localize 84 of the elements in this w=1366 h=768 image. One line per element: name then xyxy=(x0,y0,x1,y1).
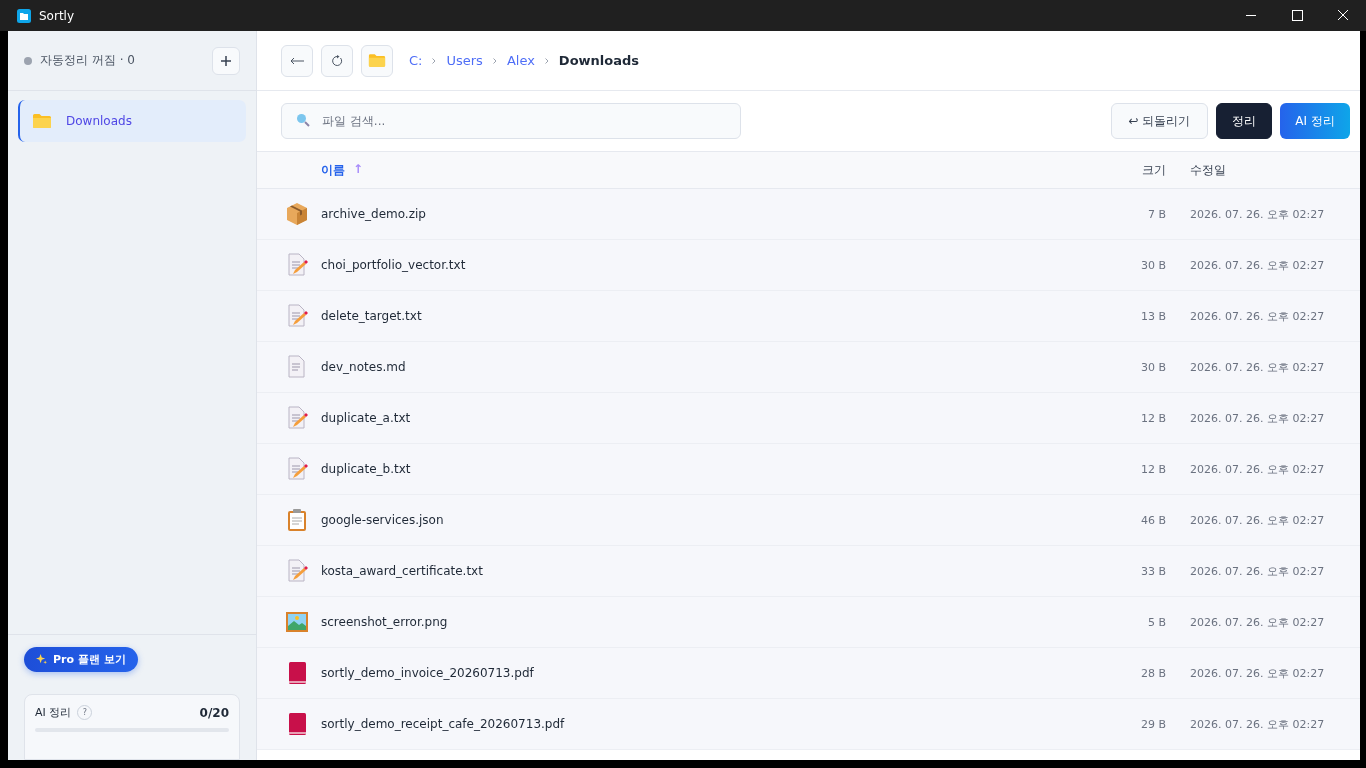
file-row[interactable]: dev_notes.md 30 B 2026. 07. 26. 오후 02:27 xyxy=(257,342,1360,393)
file-size: 30 B xyxy=(1140,360,1166,374)
file-size: 12 B xyxy=(1140,411,1166,425)
folder-item[interactable]: Downloads xyxy=(18,100,246,142)
file-row[interactable]: screenshot_error.png 5 B 2026. 07. 26. 오후 02:27 xyxy=(257,597,1360,648)
add-button[interactable] xyxy=(212,46,240,75)
file-row[interactable]: choi_portfolio_vector.txt 30 B 2026. 07. 26. 오후 02:27 xyxy=(257,240,1360,291)
file-row[interactable]: delete_target.txt 13 B 2026. 07. 26. 오후 02:27 xyxy=(257,291,1360,342)
file-name: google-services.json xyxy=(321,513,444,527)
text-file-icon xyxy=(285,253,309,277)
back-button[interactable] xyxy=(281,44,313,77)
file-size: 30 B xyxy=(1140,258,1166,272)
file-date: 2026. 07. 26. 오후 02:27 xyxy=(1190,309,1325,323)
column-header[interactable]: 크기 xyxy=(1080,161,1166,179)
sort-arrow: ↑ xyxy=(353,161,364,178)
folder-icon xyxy=(368,53,386,68)
auto-sort-status: 자동정리 꺼짐 · 0 xyxy=(40,52,135,69)
breadcrumb-item[interactable]: Downloads xyxy=(558,53,640,68)
sort-button[interactable]: 정리 xyxy=(1216,103,1272,139)
search-field[interactable]: 파일 검색... xyxy=(281,103,741,139)
file-date: 2026. 07. 26. 오후 02:27 xyxy=(1190,207,1325,221)
usage-label: AI 정리 xyxy=(35,705,72,720)
file-name: choi_portfolio_vector.txt xyxy=(321,258,466,272)
file-size: 12 B xyxy=(1140,462,1166,476)
file-date: 2026. 07. 26. 오후 02:27 xyxy=(1190,717,1325,731)
sparkle-icon xyxy=(36,654,47,665)
column-header[interactable]: 수정일 xyxy=(1190,161,1360,179)
file-size: 46 B xyxy=(1140,513,1166,527)
refresh-icon xyxy=(331,54,343,67)
undo-button[interactable]: ↩ 되돌리기 xyxy=(1111,103,1208,139)
file-row[interactable]: duplicate_b.txt 12 B 2026. 07. 26. 오후 02:27 xyxy=(257,444,1360,495)
app-logo-icon xyxy=(17,8,31,23)
file-name: duplicate_a.txt xyxy=(321,411,411,425)
file-date: 2026. 07. 26. 오후 02:27 xyxy=(1190,513,1325,527)
file-size: 29 B xyxy=(1140,717,1166,731)
file-name: archive_demo.zip xyxy=(321,207,426,221)
window-title: Sortly xyxy=(39,8,75,23)
breadcrumb-item[interactable]: Alex xyxy=(506,53,535,68)
text-file-icon xyxy=(285,457,309,481)
file-date: 2026. 07. 26. 오후 02:27 xyxy=(1190,615,1325,629)
file-size: 33 B xyxy=(1140,564,1166,578)
file-name: dev_notes.md xyxy=(321,360,406,374)
file-row[interactable]: sortly_demo_receipt_cafe_20260713.pdf 29 B 2026. 07. 26. 오후 02:27 xyxy=(257,699,1360,750)
plus-icon xyxy=(221,55,231,66)
chevron-icon xyxy=(544,57,549,64)
file-row[interactable]: archive_demo.zip 7 B 2026. 07. 26. 오후 02:27 xyxy=(257,189,1360,240)
chevron-icon xyxy=(492,57,497,64)
text-file-icon xyxy=(285,304,309,328)
file-size: 13 B xyxy=(1140,309,1166,323)
file-row[interactable]: duplicate_a.txt 12 B 2026. 07. 26. 오후 02:27 xyxy=(257,393,1360,444)
chevron-icon xyxy=(432,57,437,64)
file-date: 2026. 07. 26. 오후 02:27 xyxy=(1190,462,1325,476)
folder-icon xyxy=(32,113,52,129)
clipboard-icon xyxy=(285,508,309,532)
breadcrumb-item[interactable]: C: xyxy=(409,53,423,68)
file-date: 2026. 07. 26. 오후 02:27 xyxy=(1190,411,1325,425)
ai-sort-button[interactable]: AI 정리 xyxy=(1280,103,1350,139)
text-file-icon xyxy=(285,559,309,583)
file-row[interactable]: sortly_demo_invoice_20260713.pdf 28 B 2026. 07. 26. 오후 02:27 xyxy=(257,648,1360,699)
file-name: sortly_demo_invoice_20260713.pdf xyxy=(321,666,534,680)
breadcrumb-item[interactable]: Users xyxy=(446,53,483,68)
usage-count: 0/20 xyxy=(199,705,229,720)
back-arrow-icon xyxy=(290,56,304,65)
file-name: duplicate_b.txt xyxy=(321,462,411,476)
file-date: 2026. 07. 26. 오후 02:27 xyxy=(1190,258,1325,272)
file-date: 2026. 07. 26. 오후 02:27 xyxy=(1190,666,1325,680)
file-name: sortly_demo_receipt_cafe_20260713.pdf xyxy=(321,717,565,731)
box-icon xyxy=(285,202,309,226)
refresh-button[interactable] xyxy=(321,44,353,77)
column-header[interactable]: 이름 xyxy=(321,161,345,179)
file-row[interactable]: kosta_award_certificate.txt 33 B 2026. 07. 26. 오후 02:27 xyxy=(257,546,1360,597)
pro-plan-button[interactable]: Pro 플랜 보기 xyxy=(24,647,138,672)
file-date: 2026. 07. 26. 오후 02:27 xyxy=(1190,360,1325,374)
file-size: 5 B xyxy=(1147,615,1166,629)
open-folder-button[interactable] xyxy=(361,44,393,77)
file-size: 28 B xyxy=(1140,666,1166,680)
file-size: 7 B xyxy=(1147,207,1166,221)
file-date: 2026. 07. 26. 오후 02:27 xyxy=(1190,564,1325,578)
landscape-icon xyxy=(285,610,309,634)
text-file-icon xyxy=(285,406,309,430)
file-row[interactable]: google-services.json 46 B 2026. 07. 26. 오후 02:27 xyxy=(257,495,1360,546)
file-name: screenshot_error.png xyxy=(321,615,448,629)
file-name: kosta_award_certificate.txt xyxy=(321,564,483,578)
file-name: delete_target.txt xyxy=(321,309,422,323)
